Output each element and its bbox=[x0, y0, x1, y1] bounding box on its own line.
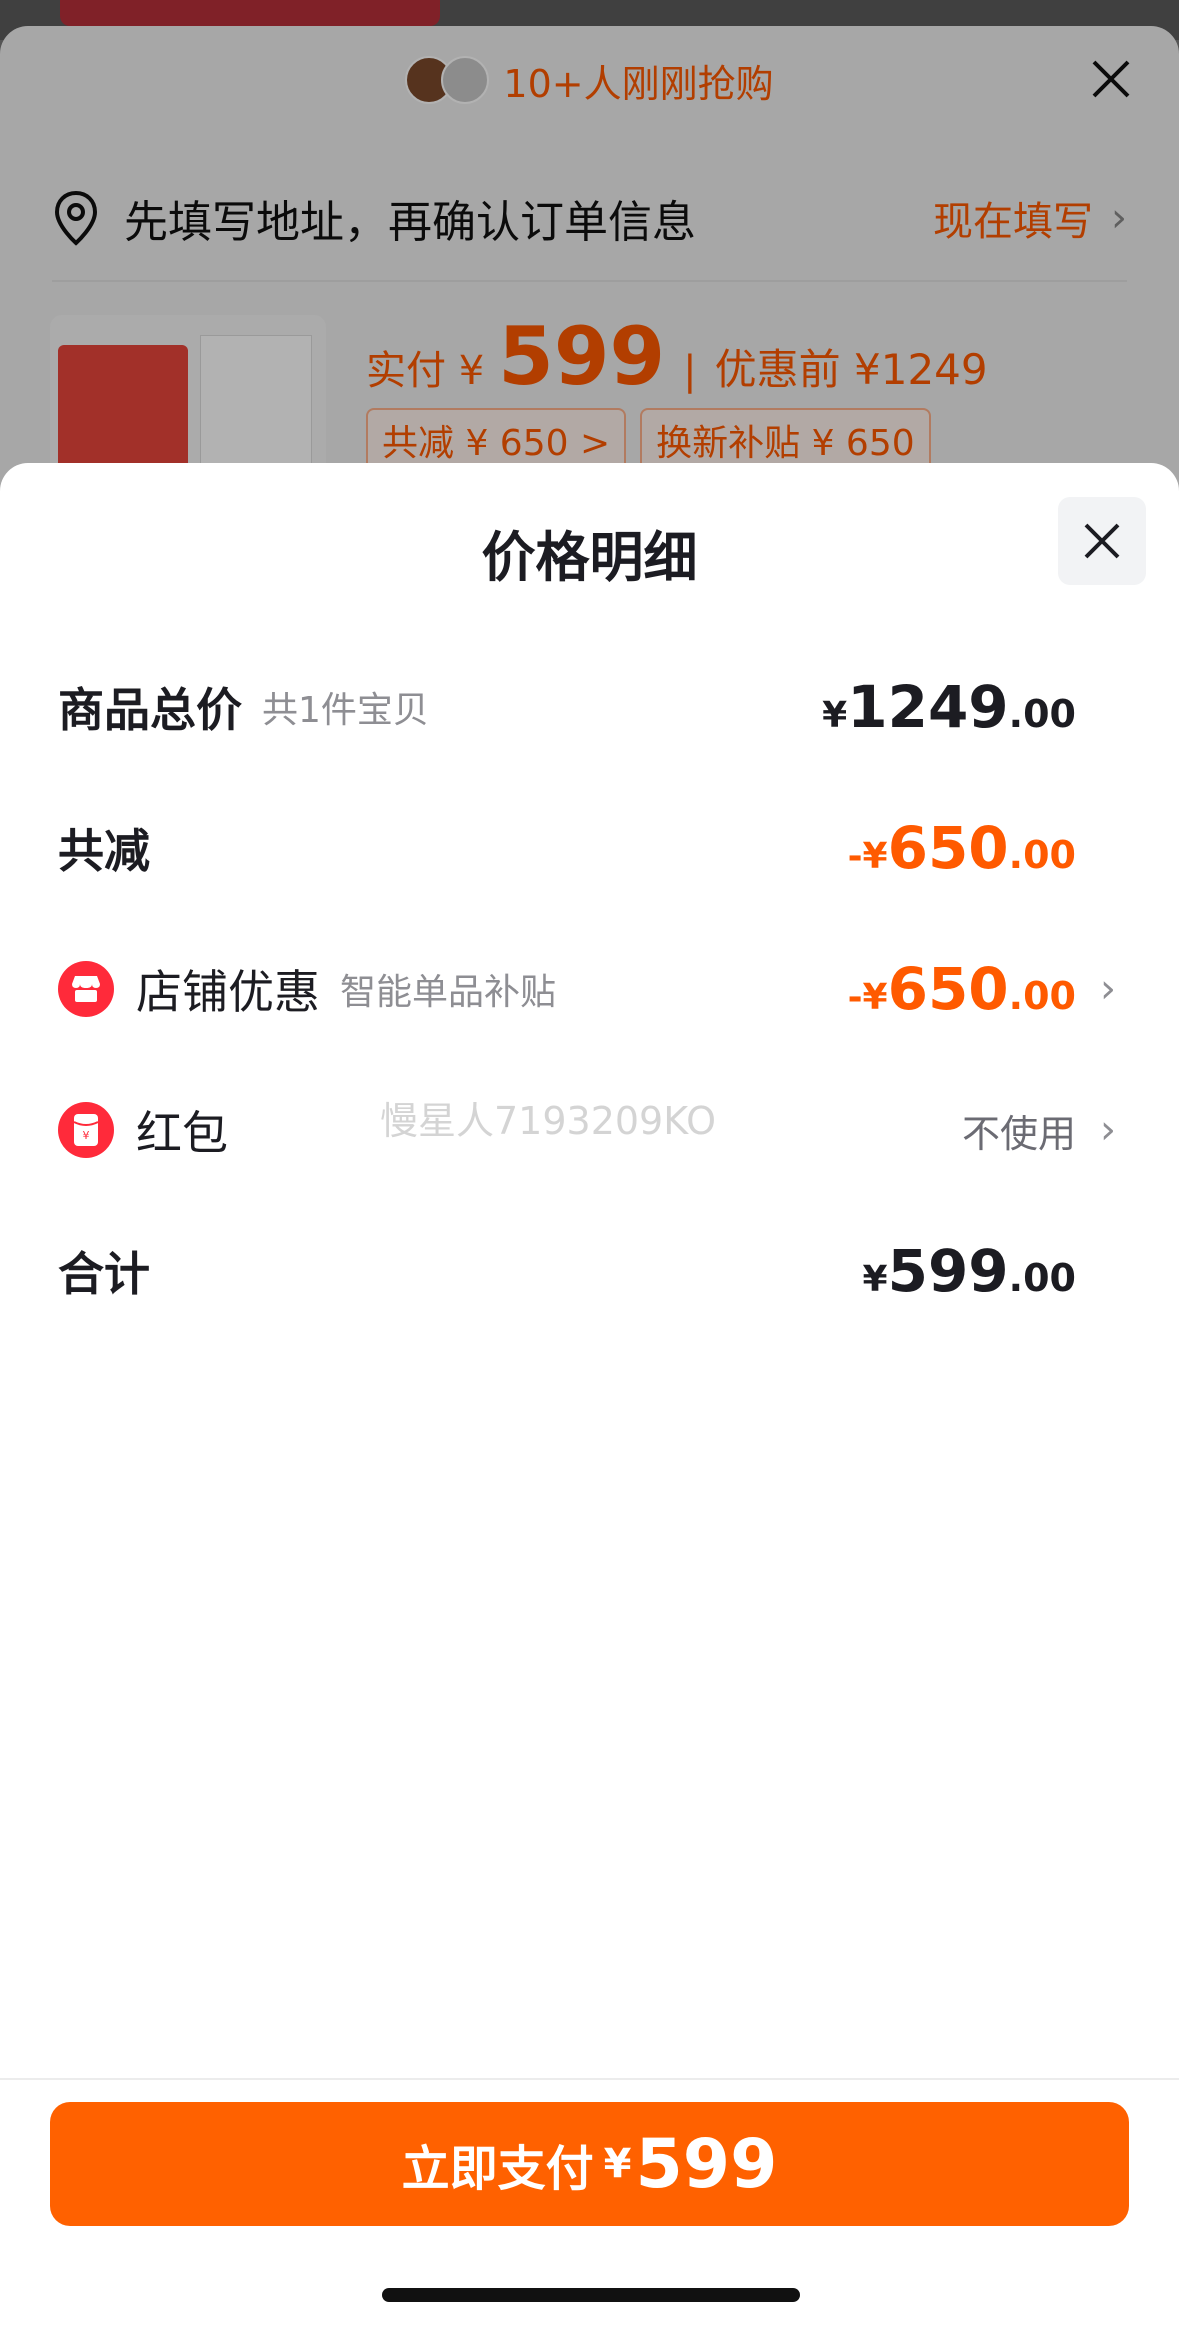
red-packet-value: 不使用 bbox=[961, 1111, 1076, 1156]
divider bbox=[52, 280, 1127, 282]
avatar bbox=[441, 56, 490, 104]
watermark: 慢星人7193209KO bbox=[380, 1099, 716, 1143]
total-discount-row: 共减 -¥ 650 .00 bbox=[58, 803, 1120, 893]
separator: | bbox=[683, 348, 697, 394]
actual-pay-label: 实付 ¥ bbox=[366, 348, 485, 394]
close-button[interactable] bbox=[1058, 497, 1146, 585]
sum-label: 合计 bbox=[58, 1247, 150, 1301]
currency-symbol: ¥ bbox=[862, 1259, 888, 1300]
amount-decimal: .00 bbox=[1008, 692, 1076, 736]
shop-discount-row[interactable]: 店铺优惠 智能单品补贴 -¥ 650 .00 › bbox=[58, 944, 1120, 1034]
chevron-right-icon: › bbox=[1111, 195, 1127, 241]
pay-now-amount: 599 bbox=[635, 2124, 778, 2204]
amount-integer: 1249 bbox=[847, 673, 1009, 741]
item-count: 共1件宝贝 bbox=[262, 690, 429, 731]
close-icon[interactable] bbox=[1086, 54, 1136, 104]
recent-buyers: 10+人刚刚抢购 bbox=[0, 50, 1179, 110]
buyer-avatars bbox=[405, 56, 490, 104]
total-price-row: 商品总价 共1件宝贝 ¥ 1249 .00 bbox=[58, 662, 1120, 752]
red-packet-icon: ¥ bbox=[58, 1102, 114, 1158]
before-discount: 优惠前 ¥1249 bbox=[714, 345, 988, 394]
address-row[interactable]: 先填写地址，再确认订单信息 现在填写 › bbox=[52, 178, 1127, 258]
footer-divider bbox=[0, 2078, 1179, 2080]
total-discount-value: -¥ 650 .00 bbox=[848, 814, 1076, 882]
pay-now-button[interactable]: 立即支付 ¥ 599 bbox=[50, 2102, 1129, 2226]
amount-decimal: .00 bbox=[1008, 833, 1076, 877]
sum-row: 合计 ¥ 599 .00 bbox=[58, 1226, 1120, 1316]
price-summary: 实付 ¥ 599 | 优惠前 ¥1249 bbox=[366, 310, 988, 403]
close-icon bbox=[1084, 523, 1120, 559]
red-packet-label: 红包 bbox=[136, 1106, 228, 1160]
amount-integer: 599 bbox=[887, 1237, 1009, 1305]
shop-discount-label: 店铺优惠 bbox=[136, 965, 320, 1019]
fill-address-link[interactable]: 现在填写 bbox=[933, 189, 1093, 247]
pay-now-symbol: ¥ bbox=[603, 2141, 632, 2187]
total-discount-label: 共减 bbox=[58, 824, 150, 878]
recent-buyers-text: 10+人刚刚抢购 bbox=[503, 61, 774, 106]
price-detail-modal: 价格明细 商品总价 共1件宝贝 ¥ 1249 .00 共减 -¥ 650 .00 bbox=[0, 463, 1179, 2327]
pay-now-label: 立即支付 bbox=[401, 2141, 594, 2197]
chevron-right-icon: › bbox=[1100, 1107, 1116, 1153]
location-pin-icon bbox=[54, 190, 98, 246]
shop-discount-sub: 智能单品补贴 bbox=[340, 972, 557, 1013]
chevron-right-icon: › bbox=[1100, 966, 1116, 1012]
amount-decimal: .00 bbox=[1008, 974, 1076, 1018]
address-prompt: 先填写地址，再确认订单信息 bbox=[124, 197, 696, 248]
modal-title: 价格明细 bbox=[481, 526, 698, 589]
amount-integer: 650 bbox=[887, 814, 1009, 882]
sum-value: ¥ 599 .00 bbox=[863, 1237, 1076, 1305]
shop-discount-value: -¥ 650 .00 bbox=[848, 955, 1076, 1023]
amount-decimal: .00 bbox=[1008, 1256, 1076, 1300]
svg-text:¥: ¥ bbox=[83, 1129, 90, 1142]
shop-icon bbox=[58, 961, 114, 1017]
currency-symbol: -¥ bbox=[847, 977, 888, 1018]
currency-symbol: ¥ bbox=[822, 695, 848, 736]
total-price-value: ¥ 1249 .00 bbox=[822, 673, 1076, 741]
total-price-label: 商品总价 bbox=[58, 683, 242, 737]
home-indicator[interactable] bbox=[382, 2288, 800, 2302]
amount-integer: 650 bbox=[887, 955, 1009, 1023]
promo-banner bbox=[60, 0, 440, 26]
currency-symbol: -¥ bbox=[847, 836, 888, 877]
actual-pay-value: 599 bbox=[498, 310, 666, 403]
